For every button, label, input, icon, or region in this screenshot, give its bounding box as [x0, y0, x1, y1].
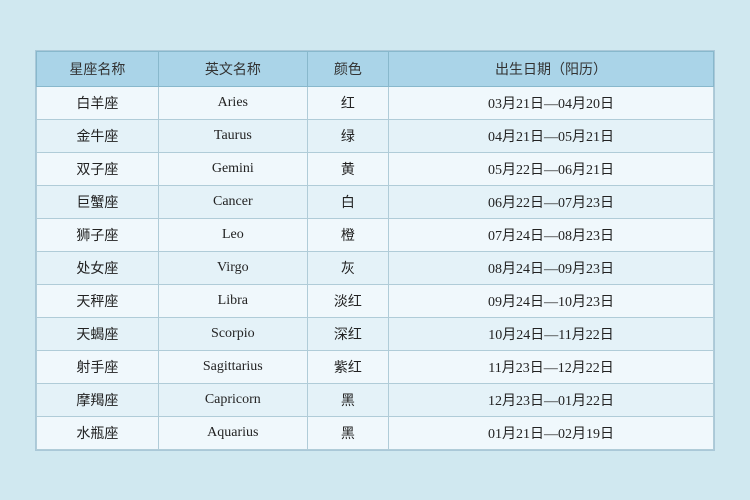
table-row: 天秤座Libra淡红09月24日—10月23日	[37, 284, 714, 317]
cell-chinese: 摩羯座	[37, 383, 159, 416]
cell-chinese: 水瓶座	[37, 416, 159, 449]
table-row: 巨蟹座Cancer白06月22日—07月23日	[37, 185, 714, 218]
zodiac-table-container: 星座名称 英文名称 颜色 出生日期（阳历） 白羊座Aries红03月21日—04…	[35, 50, 715, 451]
cell-chinese: 射手座	[37, 350, 159, 383]
cell-english: Cancer	[158, 185, 307, 218]
cell-color: 黑	[307, 416, 388, 449]
cell-date: 09月24日—10月23日	[389, 284, 714, 317]
cell-chinese: 白羊座	[37, 86, 159, 119]
table-row: 处女座Virgo灰08月24日—09月23日	[37, 251, 714, 284]
cell-color: 淡红	[307, 284, 388, 317]
header-chinese: 星座名称	[37, 51, 159, 86]
cell-english: Libra	[158, 284, 307, 317]
cell-english: Scorpio	[158, 317, 307, 350]
header-english: 英文名称	[158, 51, 307, 86]
table-row: 双子座Gemini黄05月22日—06月21日	[37, 152, 714, 185]
table-row: 白羊座Aries红03月21日—04月20日	[37, 86, 714, 119]
cell-date: 11月23日—12月22日	[389, 350, 714, 383]
cell-date: 01月21日—02月19日	[389, 416, 714, 449]
cell-color: 红	[307, 86, 388, 119]
cell-english: Aries	[158, 86, 307, 119]
cell-english: Sagittarius	[158, 350, 307, 383]
cell-english: Virgo	[158, 251, 307, 284]
cell-chinese: 天蝎座	[37, 317, 159, 350]
table-row: 摩羯座Capricorn黑12月23日—01月22日	[37, 383, 714, 416]
table-row: 金牛座Taurus绿04月21日—05月21日	[37, 119, 714, 152]
header-date: 出生日期（阳历）	[389, 51, 714, 86]
cell-date: 07月24日—08月23日	[389, 218, 714, 251]
cell-color: 白	[307, 185, 388, 218]
cell-date: 10月24日—11月22日	[389, 317, 714, 350]
cell-english: Taurus	[158, 119, 307, 152]
header-color: 颜色	[307, 51, 388, 86]
cell-date: 03月21日—04月20日	[389, 86, 714, 119]
table-body: 白羊座Aries红03月21日—04月20日金牛座Taurus绿04月21日—0…	[37, 86, 714, 449]
cell-chinese: 巨蟹座	[37, 185, 159, 218]
cell-color: 黄	[307, 152, 388, 185]
cell-english: Gemini	[158, 152, 307, 185]
cell-date: 12月23日—01月22日	[389, 383, 714, 416]
table-row: 射手座Sagittarius紫红11月23日—12月22日	[37, 350, 714, 383]
table-row: 狮子座Leo橙07月24日—08月23日	[37, 218, 714, 251]
cell-date: 04月21日—05月21日	[389, 119, 714, 152]
cell-color: 绿	[307, 119, 388, 152]
cell-english: Aquarius	[158, 416, 307, 449]
cell-color: 灰	[307, 251, 388, 284]
cell-english: Leo	[158, 218, 307, 251]
cell-date: 06月22日—07月23日	[389, 185, 714, 218]
cell-chinese: 金牛座	[37, 119, 159, 152]
cell-date: 05月22日—06月21日	[389, 152, 714, 185]
cell-date: 08月24日—09月23日	[389, 251, 714, 284]
cell-color: 紫红	[307, 350, 388, 383]
cell-english: Capricorn	[158, 383, 307, 416]
cell-color: 黑	[307, 383, 388, 416]
table-row: 天蝎座Scorpio深红10月24日—11月22日	[37, 317, 714, 350]
table-row: 水瓶座Aquarius黑01月21日—02月19日	[37, 416, 714, 449]
cell-color: 深红	[307, 317, 388, 350]
cell-color: 橙	[307, 218, 388, 251]
cell-chinese: 处女座	[37, 251, 159, 284]
cell-chinese: 天秤座	[37, 284, 159, 317]
table-header-row: 星座名称 英文名称 颜色 出生日期（阳历）	[37, 51, 714, 86]
cell-chinese: 狮子座	[37, 218, 159, 251]
zodiac-table: 星座名称 英文名称 颜色 出生日期（阳历） 白羊座Aries红03月21日—04…	[36, 51, 714, 450]
cell-chinese: 双子座	[37, 152, 159, 185]
